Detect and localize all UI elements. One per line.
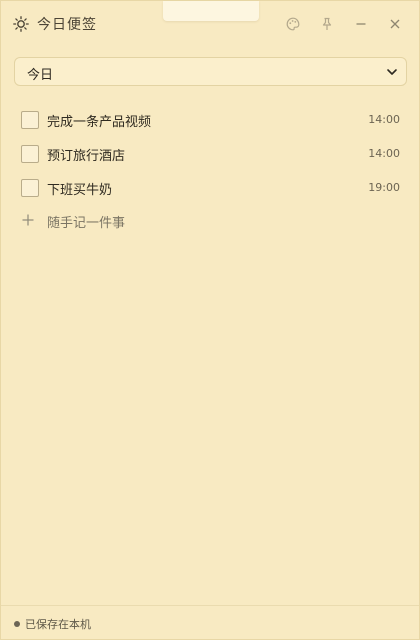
todo-time: 14:00 bbox=[368, 147, 400, 160]
todo-text[interactable]: 预订旅行酒店 bbox=[47, 145, 125, 164]
todo-item: 预订旅行酒店 14:00 bbox=[21, 144, 401, 166]
close-icon bbox=[390, 19, 400, 29]
status-footer: 已保存在本机 bbox=[1, 605, 419, 640]
date-filter-value: 今日 bbox=[27, 68, 54, 83]
todo-time: 19:00 bbox=[368, 181, 400, 194]
todo-text[interactable]: 完成一条产品视频 bbox=[47, 111, 151, 130]
sticky-note-window: 今日便签 今日 完成一条产品视频 14:00 预订旅行酒店 14:00 下班买牛… bbox=[0, 0, 420, 640]
palette-icon bbox=[286, 17, 300, 31]
add-todo-button[interactable]: 随手记一件事 bbox=[21, 211, 221, 233]
color-button[interactable] bbox=[284, 15, 302, 33]
todo-checkbox[interactable] bbox=[21, 145, 39, 163]
todo-item: 下班买牛奶 19:00 bbox=[21, 178, 401, 200]
plus-icon bbox=[22, 214, 34, 226]
save-status-text: 已保存在本机 bbox=[25, 618, 91, 631]
status-dot-icon bbox=[14, 621, 20, 627]
minimize-button[interactable] bbox=[352, 15, 370, 33]
date-filter-select[interactable]: 今日 bbox=[14, 57, 407, 86]
title-bar[interactable]: 今日便签 bbox=[1, 1, 419, 47]
minimize-icon bbox=[356, 23, 366, 25]
todo-checkbox[interactable] bbox=[21, 179, 39, 197]
chevron-down-icon bbox=[387, 69, 397, 75]
todo-text[interactable]: 下班买牛奶 bbox=[47, 179, 112, 198]
todo-checkbox[interactable] bbox=[21, 111, 39, 129]
window-title: 今日便签 bbox=[37, 17, 97, 33]
todo-item: 完成一条产品视频 14:00 bbox=[21, 110, 401, 132]
pin-button[interactable] bbox=[318, 15, 336, 33]
pin-icon bbox=[322, 17, 332, 30]
close-button[interactable] bbox=[386, 15, 404, 33]
add-todo-label: 随手记一件事 bbox=[47, 216, 126, 231]
sun-icon bbox=[13, 16, 29, 32]
todo-time: 14:00 bbox=[368, 113, 400, 126]
